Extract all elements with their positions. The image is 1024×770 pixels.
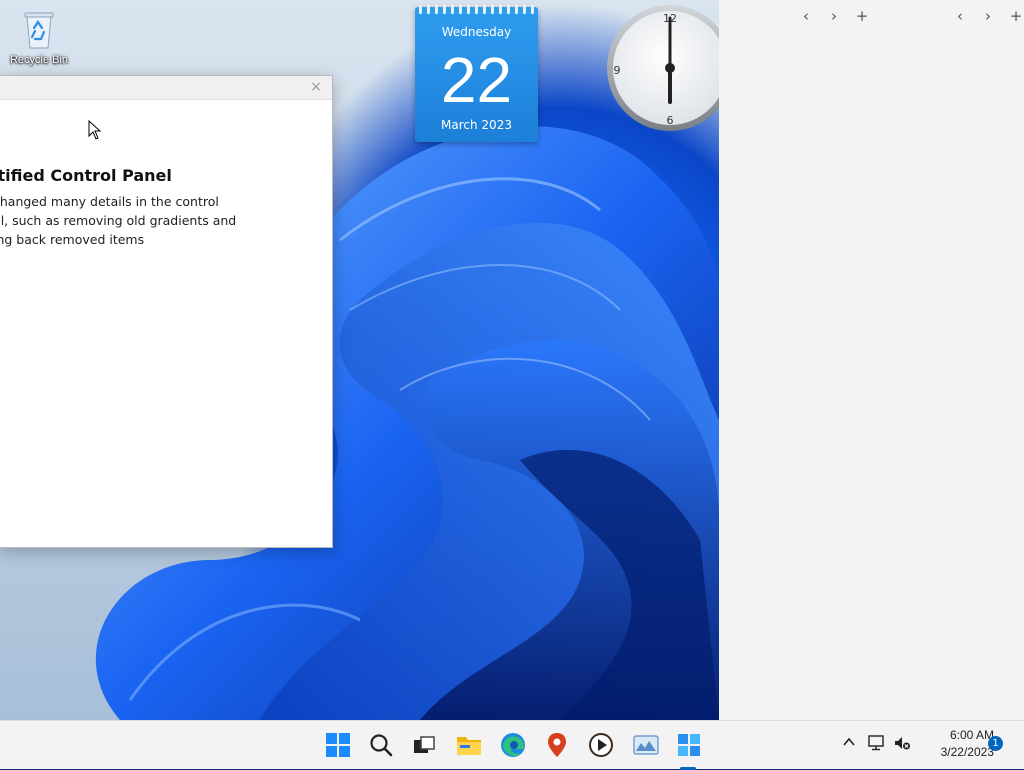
file-explorer-icon[interactable] (455, 731, 483, 759)
control-panel-icon[interactable] (675, 731, 703, 759)
media-player-icon[interactable] (587, 731, 615, 759)
next-button[interactable]: › (827, 7, 841, 25)
notification-badge[interactable]: 1 (988, 736, 1003, 751)
start-icon[interactable] (324, 731, 352, 759)
search-icon[interactable] (367, 731, 395, 759)
description-line: ing back removed items (0, 232, 145, 247)
clock-tray[interactable]: 6:00 AM 3/22/2023 (922, 727, 994, 761)
calendar-gadget[interactable]: Wednesday 22 March 2023 (415, 5, 538, 142)
tray-time: 6:00 AM (949, 728, 994, 742)
next-button[interactable]: › (981, 7, 995, 25)
sidebar-controls-right: ‹ › + (953, 7, 1023, 25)
maps-icon[interactable] (543, 731, 571, 759)
window-titlebar[interactable]: × (0, 76, 332, 100)
control-panel-window[interactable]: × ctified Control Panel changed many det… (0, 75, 333, 548)
recycle-bin-label: Recycle Bin (9, 54, 69, 66)
mouse-cursor-icon (88, 119, 102, 144)
clock-gadget[interactable]: 12 3 6 9 (606, 4, 736, 134)
chevron-up-icon (843, 737, 855, 746)
gadget-sidebar: ‹ › + ‹ › + (719, 0, 1024, 720)
window-heading: ctified Control Panel (0, 166, 172, 185)
tray-date: 3/22/2023 (940, 745, 994, 759)
clock-numeral-6: 6 (667, 114, 674, 127)
previous-button[interactable]: ‹ (953, 7, 967, 25)
description-line: changed many details in the control (0, 194, 219, 209)
volume-muted-icon[interactable] (893, 734, 911, 755)
task-view-icon[interactable] (410, 731, 438, 759)
photos-icon[interactable] (632, 731, 660, 759)
sidebar-controls-left: ‹ › + (799, 7, 869, 25)
calendar-day: 22 (440, 44, 513, 116)
taskbar: 6:00 AM 3/22/2023 (0, 720, 1024, 770)
clock-numeral-9: 9 (614, 64, 621, 77)
window-description: changed many details in the control el, … (0, 192, 255, 249)
network-icon[interactable] (868, 734, 886, 755)
add-gadget-button[interactable]: + (1009, 7, 1023, 25)
recycle-bin-icon (21, 10, 57, 50)
recycle-bin-shortcut[interactable]: Recycle Bin (4, 8, 74, 66)
calendar-weekday: Wednesday (441, 25, 512, 39)
previous-button[interactable]: ‹ (799, 7, 813, 25)
calendar-month-year: March 2023 (441, 118, 512, 132)
edge-icon[interactable] (499, 731, 527, 759)
calendar-rings (419, 5, 534, 15)
description-line: el, such as removing old gradients and (0, 213, 237, 228)
close-button[interactable]: × (306, 78, 326, 96)
show-hidden-icons-button[interactable] (842, 735, 856, 752)
add-gadget-button[interactable]: + (855, 7, 869, 25)
